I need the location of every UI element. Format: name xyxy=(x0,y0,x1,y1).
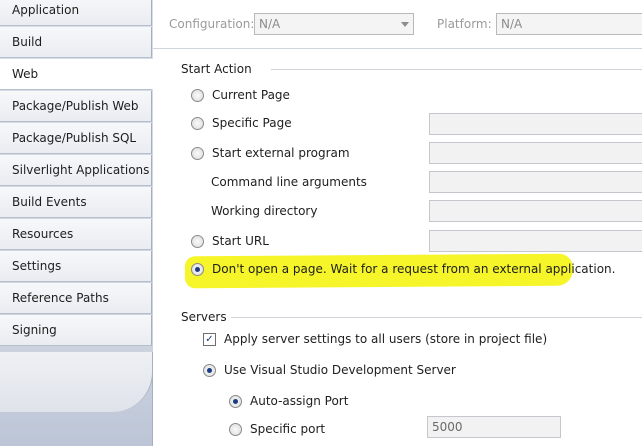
specific-port-value: 5000 xyxy=(432,420,463,434)
radio-button[interactable] xyxy=(191,116,204,130)
radio-button[interactable] xyxy=(229,422,242,436)
tab-label: Signing xyxy=(12,323,57,337)
servers-title: Servers xyxy=(181,310,227,324)
tab-label: Package/Publish Web xyxy=(12,99,139,113)
radio-label: Specific port xyxy=(250,422,326,436)
tab-build[interactable]: Build xyxy=(0,27,152,58)
radio-use-vs-dev-server[interactable]: Use Visual Studio Development Server xyxy=(203,363,456,377)
radio-current-page[interactable]: Current Page xyxy=(191,88,290,102)
working-directory-input[interactable] xyxy=(429,200,642,222)
radio-label: Start external program xyxy=(212,146,350,160)
radio-label: Use Visual Studio Development Server xyxy=(224,363,456,377)
configuration-value: N/A xyxy=(259,17,281,31)
tab-label: Package/Publish SQL xyxy=(12,131,137,145)
tab-reference-paths[interactable]: Reference Paths xyxy=(0,283,152,314)
tab-signing[interactable]: Signing xyxy=(0,315,152,346)
radio-specific-page[interactable]: Specific Page xyxy=(191,116,292,130)
external-program-input[interactable] xyxy=(429,142,642,164)
radio-button[interactable] xyxy=(191,262,204,276)
configuration-label: Configuration: xyxy=(169,17,255,31)
web-properties-page: Configuration: N/A Platform: N/A Start A… xyxy=(153,0,642,446)
radio-button[interactable] xyxy=(191,234,204,248)
tab-label: Application xyxy=(12,3,80,17)
command-line-arguments-input[interactable] xyxy=(429,171,642,193)
checkmark-icon[interactable]: ✓ xyxy=(203,332,216,346)
working-directory-label: Working directory xyxy=(211,204,318,218)
platform-label: Platform: xyxy=(437,17,492,31)
specific-port-input[interactable]: 5000 xyxy=(427,416,561,438)
chevron-down-icon xyxy=(401,22,409,27)
property-tabs: Application Build Web Package/Publish We… xyxy=(0,0,153,446)
group-divider xyxy=(231,317,642,318)
group-divider xyxy=(271,69,642,70)
radio-button[interactable] xyxy=(229,394,242,408)
radio-label: Start URL xyxy=(212,234,269,248)
radio-label: Auto-assign Port xyxy=(250,394,349,408)
checkbox-label: Apply server settings to all users (stor… xyxy=(224,332,548,346)
start-action-title: Start Action xyxy=(181,62,252,76)
radio-specific-port[interactable]: Specific port xyxy=(229,422,325,436)
radio-button[interactable] xyxy=(191,146,204,160)
radio-label: Specific Page xyxy=(212,116,292,130)
tab-package-publish-web[interactable]: Package/Publish Web xyxy=(0,91,152,122)
tab-label: Web xyxy=(12,67,39,81)
tab-resources[interactable]: Resources xyxy=(0,219,152,250)
tab-label: Reference Paths xyxy=(12,291,109,305)
configuration-dropdown[interactable]: N/A xyxy=(254,13,414,35)
tab-strip-curve xyxy=(0,352,153,412)
platform-value: N/A xyxy=(501,17,523,31)
tab-label: Build Events xyxy=(12,195,87,209)
radio-start-url[interactable]: Start URL xyxy=(191,234,269,248)
apply-server-settings-checkbox[interactable]: ✓ Apply server settings to all users (st… xyxy=(203,332,547,346)
tab-application[interactable]: Application xyxy=(0,0,152,26)
tab-silverlight-applications[interactable]: Silverlight Applications xyxy=(0,155,152,186)
radio-button[interactable] xyxy=(203,363,216,377)
radio-label: Don't open a page. Wait for a request fr… xyxy=(212,262,616,276)
configuration-bar: Configuration: N/A Platform: N/A xyxy=(153,0,642,49)
tab-label: Silverlight Applications xyxy=(12,163,150,177)
tab-settings[interactable]: Settings xyxy=(0,251,152,282)
radio-auto-assign-port[interactable]: Auto-assign Port xyxy=(229,394,348,408)
radio-start-external-program[interactable]: Start external program xyxy=(191,146,350,160)
radio-dont-open-page[interactable]: Don't open a page. Wait for a request fr… xyxy=(191,262,615,276)
start-url-input[interactable] xyxy=(429,230,642,252)
command-line-arguments-label: Command line arguments xyxy=(211,175,367,189)
platform-dropdown[interactable]: N/A xyxy=(496,13,642,35)
tab-label: Build xyxy=(12,35,43,49)
radio-label: Current Page xyxy=(212,88,290,102)
tab-build-events[interactable]: Build Events xyxy=(0,187,152,218)
tab-web[interactable]: Web xyxy=(0,59,153,90)
tab-package-publish-sql[interactable]: Package/Publish SQL xyxy=(0,123,152,154)
specific-page-input[interactable] xyxy=(429,113,642,135)
tab-label: Resources xyxy=(12,227,74,241)
tab-label: Settings xyxy=(12,259,62,273)
radio-button[interactable] xyxy=(191,88,204,102)
